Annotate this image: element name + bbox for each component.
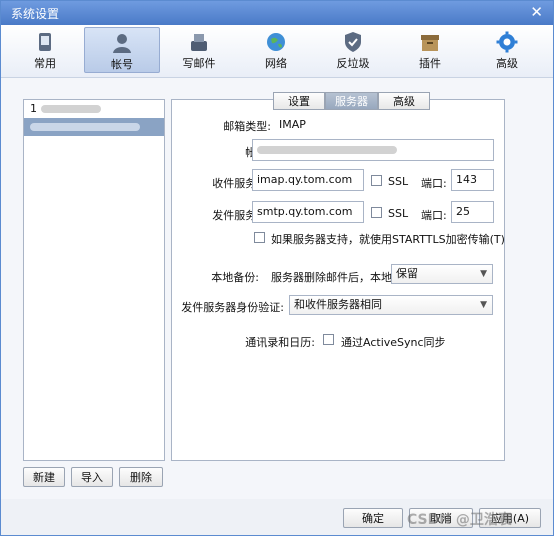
toolbar-item-account[interactable]: 帐号 xyxy=(84,27,160,73)
toolbar-label: 反垃圾 xyxy=(336,57,370,70)
tab-advanced[interactable]: 高级 xyxy=(378,92,430,110)
local-backup-label: 本地备份: xyxy=(211,271,259,284)
account-name: 1 xyxy=(30,102,37,115)
tab-server[interactable]: 服务器 xyxy=(325,92,378,110)
local-backup-select[interactable]: 保留 ▼ xyxy=(391,264,493,284)
new-account-button[interactable]: 新建 xyxy=(23,467,65,487)
outgoing-port-field[interactable]: 25 xyxy=(451,201,494,223)
user-icon xyxy=(113,34,131,53)
tab-settings[interactable]: 设置 xyxy=(273,92,325,110)
incoming-port-field[interactable]: 143 xyxy=(451,169,494,191)
smtp-auth-select[interactable]: 和收件服务器相同 ▼ xyxy=(289,295,493,315)
import-account-button[interactable]: 导入 xyxy=(71,467,113,487)
chevron-down-icon: ▼ xyxy=(480,269,487,279)
toolbar-label: 帐号 xyxy=(111,58,133,71)
contacts-calendar-label: 通讯录和日历: xyxy=(245,336,315,349)
shield-icon xyxy=(345,32,361,52)
settings-window: 系统设置 ✕ 常用 帐号 写邮件 网络 反垃圾 插件 高级 1 新建 导入 删除… xyxy=(0,0,554,536)
toolbar-label: 写邮件 xyxy=(182,57,216,70)
box-icon xyxy=(421,35,439,51)
chevron-down-icon: ▼ xyxy=(480,300,487,310)
activesync-checkbox[interactable] xyxy=(323,334,334,345)
local-backup-description: 服务器删除邮件后，本地 xyxy=(271,271,392,284)
globe-icon xyxy=(267,33,285,51)
phone-icon xyxy=(39,33,51,51)
toolbar-label: 插件 xyxy=(419,57,441,70)
incoming-server-field[interactable]: imap.qy.tom.com xyxy=(252,169,364,191)
toolbar-item-antispam[interactable]: 反垃圾 xyxy=(315,27,391,73)
toolbar-label: 网络 xyxy=(265,57,287,70)
account-field[interactable] xyxy=(252,139,494,161)
account-list: 1 xyxy=(23,99,165,461)
outgoing-server-field[interactable]: smtp.qy.tom.com xyxy=(252,201,364,223)
starttls-checkbox[interactable] xyxy=(254,232,265,243)
toolbar-label: 常用 xyxy=(34,57,56,70)
outgoing-ssl-checkbox[interactable] xyxy=(371,207,382,218)
mailbox-type-label: 邮箱类型: xyxy=(223,120,271,133)
outgoing-ssl-label: SSL xyxy=(388,207,409,220)
ok-button[interactable]: 确定 xyxy=(343,508,403,528)
activesync-label: 通过ActiveSync同步 xyxy=(341,336,446,349)
titlebar: 系统设置 ✕ xyxy=(1,1,553,25)
delete-account-button[interactable]: 删除 xyxy=(119,467,163,487)
mailbox-type-value: IMAP xyxy=(279,118,306,131)
apply-button[interactable]: 应用(A) xyxy=(479,508,541,528)
local-backup-value: 保留 xyxy=(396,267,418,280)
account-list-item[interactable]: 1 xyxy=(24,100,164,118)
redacted-text xyxy=(257,146,397,154)
toolbar: 常用 帐号 写邮件 网络 反垃圾 插件 高级 xyxy=(1,25,553,78)
redacted-text xyxy=(40,105,101,113)
incoming-port-label: 端口: xyxy=(421,177,447,190)
account-list-item[interactable] xyxy=(24,118,164,136)
toolbar-label: 高级 xyxy=(496,57,518,70)
cancel-button[interactable]: 取消 xyxy=(409,508,473,528)
gear-icon xyxy=(496,31,518,53)
window-title: 系统设置 xyxy=(11,7,60,21)
toolbar-item-general[interactable]: 常用 xyxy=(7,27,83,73)
starttls-label: 如果服务器支持，就使用STARTTLS加密传输(T) xyxy=(271,233,505,246)
toolbar-item-plugins[interactable]: 插件 xyxy=(392,27,468,73)
close-icon[interactable]: ✕ xyxy=(530,3,543,21)
compose-icon xyxy=(191,34,207,51)
toolbar-item-compose[interactable]: 写邮件 xyxy=(161,27,237,73)
incoming-ssl-checkbox[interactable] xyxy=(371,175,382,186)
toolbar-item-network[interactable]: 网络 xyxy=(238,27,314,73)
smtp-auth-value: 和收件服务器相同 xyxy=(294,298,382,311)
incoming-ssl-label: SSL xyxy=(388,175,409,188)
toolbar-item-advanced[interactable]: 高级 xyxy=(469,27,545,73)
outgoing-port-label: 端口: xyxy=(421,209,447,222)
smtp-auth-label: 发件服务器身份验证: xyxy=(181,301,284,314)
redacted-text xyxy=(30,123,140,131)
